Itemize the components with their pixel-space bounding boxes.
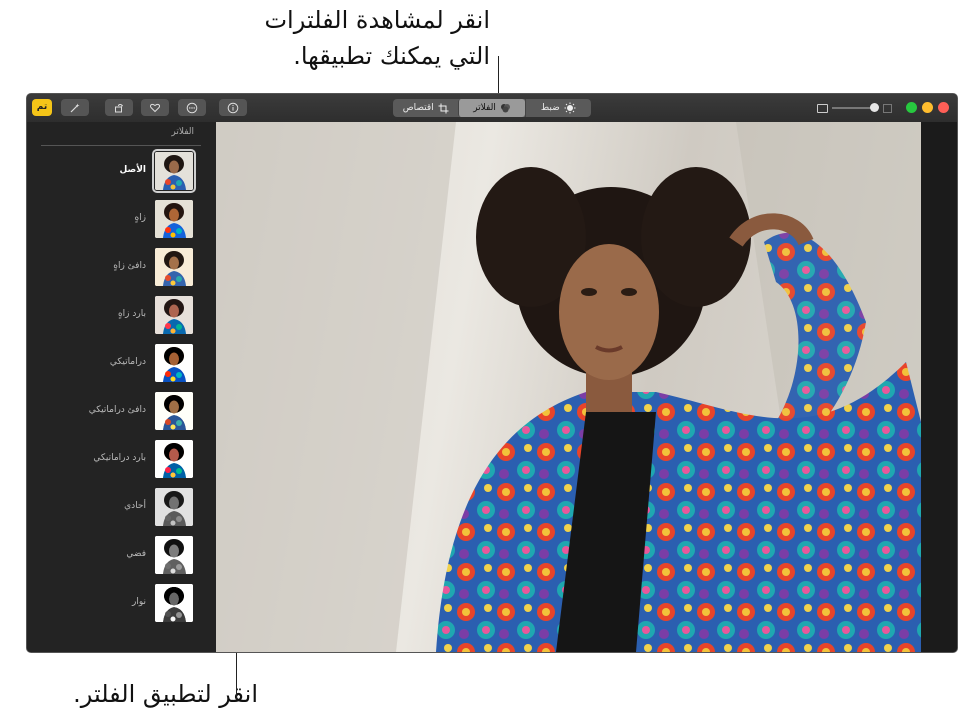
- filter-item[interactable]: نوار: [27, 584, 216, 630]
- filter-thumbnail[interactable]: [155, 344, 193, 382]
- filter-thumbnail[interactable]: [155, 488, 193, 526]
- filter-label: فضي: [126, 549, 146, 559]
- window-close-button[interactable]: [938, 102, 949, 113]
- magic-wand-button[interactable]: [61, 99, 89, 116]
- filter-label: الأصل: [119, 165, 146, 175]
- adjust-icon: [564, 102, 576, 114]
- window-minimize-button[interactable]: [922, 102, 933, 113]
- filter-item[interactable]: بارد زاهٍ: [27, 296, 216, 342]
- portrait-image: [216, 122, 921, 652]
- filter-item[interactable]: دافئ دراماتيكي: [27, 392, 216, 438]
- canvas-margin: [921, 122, 957, 652]
- rotate-button[interactable]: [105, 99, 133, 116]
- callout-top-line1: انقر لمشاهدة الفلترات: [264, 6, 490, 34]
- filter-thumbnail[interactable]: [155, 584, 193, 622]
- filters-icon: [500, 104, 510, 113]
- photos-edit-window: تم ضبط الفلاتر اقتصاص الفلاتر الأصل زاهٍ…: [27, 94, 957, 652]
- filter-item[interactable]: الأصل: [27, 149, 216, 198]
- filters-sidebar: الفلاتر الأصل زاهٍ دافئ زاهٍ بارد زاهٍ دراما…: [27, 122, 216, 652]
- filter-item[interactable]: فضي: [27, 536, 216, 582]
- favorite-button[interactable]: [141, 99, 169, 116]
- heart-icon: [150, 103, 160, 112]
- tab-filters[interactable]: الفلاتر: [458, 99, 525, 117]
- edit-mode-segmented-control: ضبط الفلاتر اقتصاص: [393, 99, 591, 117]
- filter-item[interactable]: دراماتيكي: [27, 344, 216, 390]
- tab-adjust[interactable]: ضبط: [524, 99, 591, 117]
- filter-item[interactable]: دافئ زاهٍ: [27, 248, 216, 294]
- tab-filters-label: الفلاتر: [473, 103, 496, 113]
- filter-item[interactable]: أحادي: [27, 488, 216, 534]
- callout-top-line2: التي يمكنك تطبيقها.: [293, 42, 490, 70]
- filter-label: بارد دراماتيكي: [93, 453, 146, 463]
- filter-label: دافئ زاهٍ: [113, 261, 146, 271]
- filter-item[interactable]: بارد دراماتيكي: [27, 440, 216, 486]
- filter-thumbnail[interactable]: [155, 536, 193, 574]
- filter-thumbnail[interactable]: [155, 248, 193, 286]
- filter-thumbnail[interactable]: [155, 200, 193, 238]
- callout-apply-filter: انقر لتطبيق الفلتر.: [28, 676, 258, 712]
- filter-label: نوار: [131, 597, 146, 607]
- zoom-out-icon: [817, 104, 828, 113]
- filter-thumbnail[interactable]: [155, 392, 193, 430]
- sidebar-title: الفلاتر: [171, 127, 194, 137]
- filter-label: بارد زاهٍ: [117, 309, 146, 319]
- magic-wand-icon: [70, 103, 80, 112]
- tab-adjust-label: ضبط: [540, 103, 560, 113]
- toolbar: تم ضبط الفلاتر اقتصاص: [27, 94, 957, 123]
- filter-thumbnail[interactable]: [152, 149, 196, 193]
- sidebar-divider: [41, 145, 201, 146]
- info-icon: [227, 102, 239, 113]
- more-button[interactable]: [178, 99, 206, 116]
- filter-thumbnail[interactable]: [155, 440, 193, 478]
- filter-label: دافئ دراماتيكي: [88, 405, 146, 415]
- filter-item[interactable]: زاهٍ: [27, 200, 216, 246]
- rotate-icon: [115, 103, 123, 112]
- window-zoom-button[interactable]: [906, 102, 917, 113]
- photo-canvas[interactable]: [216, 122, 921, 652]
- callout-bottom-text: انقر لتطبيق الفلتر.: [73, 680, 258, 708]
- filter-label: أحادي: [124, 501, 146, 511]
- filter-label: زاهٍ: [134, 213, 146, 223]
- filter-thumbnail[interactable]: [155, 296, 193, 334]
- zoom-in-icon: [883, 104, 892, 113]
- more-icon: [186, 102, 198, 113]
- tab-crop[interactable]: اقتصاص: [393, 99, 458, 117]
- callout-view-filters: انقر لمشاهدة الفلترات التي يمكنك تطبيقها…: [170, 2, 490, 74]
- crop-icon: [438, 103, 449, 113]
- zoom-slider-knob[interactable]: [870, 103, 879, 112]
- filter-label: دراماتيكي: [109, 357, 146, 367]
- info-button[interactable]: [219, 99, 247, 116]
- done-button[interactable]: تم: [32, 99, 52, 116]
- tab-crop-label: اقتصاص: [402, 103, 434, 113]
